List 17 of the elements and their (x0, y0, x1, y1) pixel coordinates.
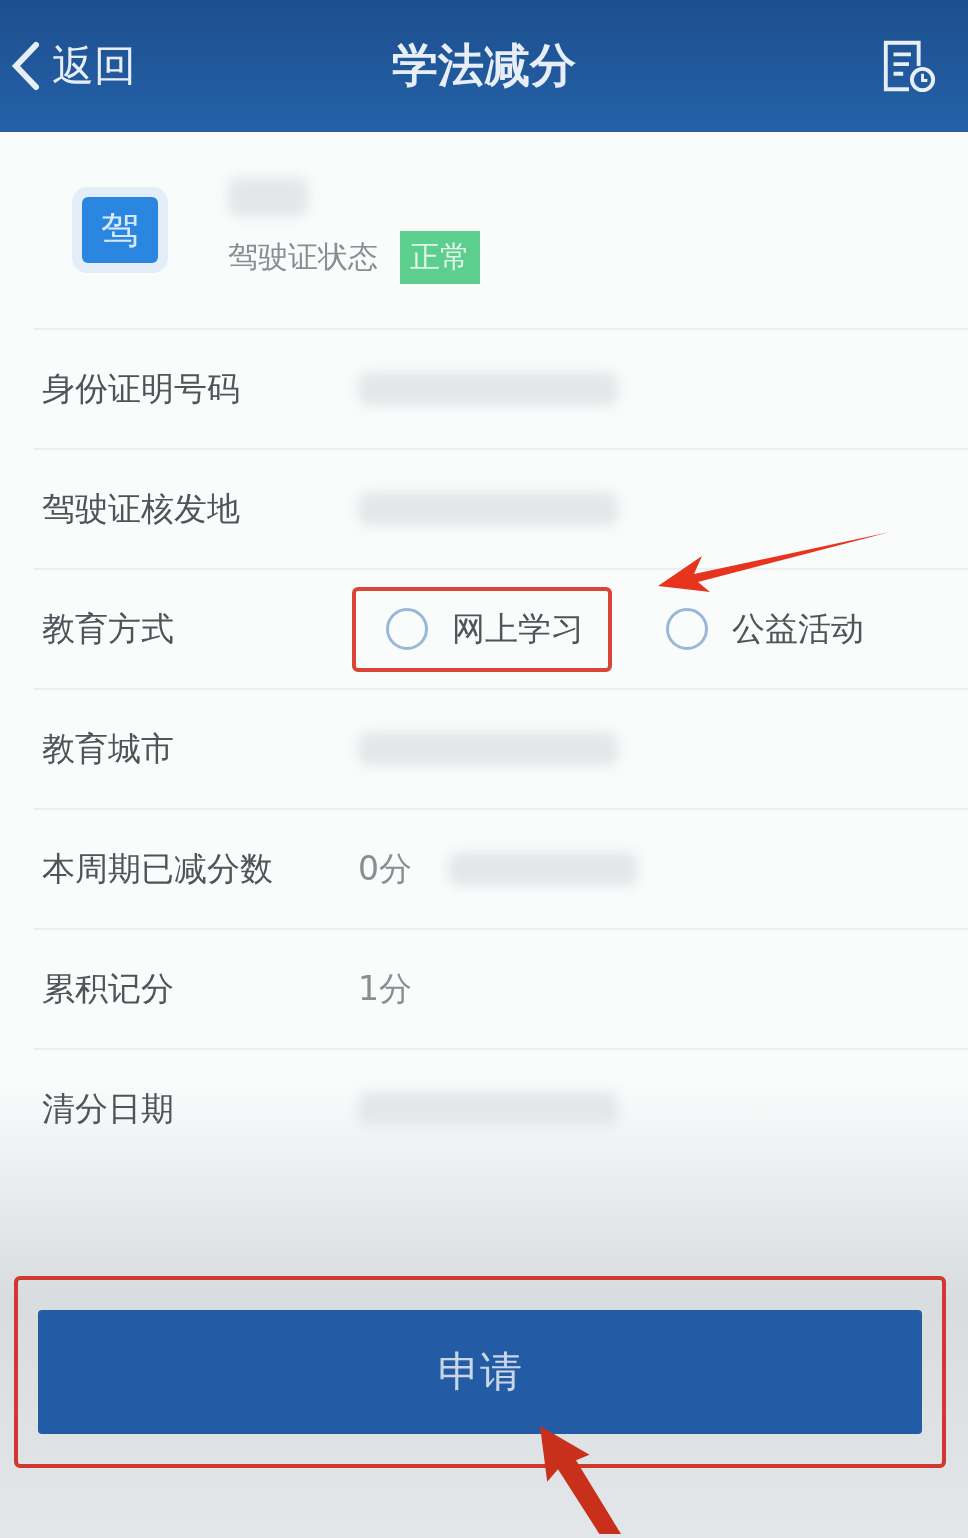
status-tag: 正常 (400, 230, 480, 284)
status-label: 驾驶证状态 (228, 237, 378, 276)
page-title: 学法减分 (392, 37, 576, 94)
radio-option[interactable]: 网上学习 (352, 586, 612, 672)
field-label: 清分日期 (41, 1087, 175, 1130)
back-button[interactable]: 返回 (10, 38, 136, 94)
field-label: 本周期已减分数 (41, 847, 274, 890)
field-label: 教育方式 (41, 607, 175, 650)
field-value: 1分 (358, 967, 412, 1010)
field-label: 累积记分 (41, 967, 175, 1010)
radio-option[interactable]: 公益活动 (632, 586, 892, 672)
apply-button[interactable]: 申请 (38, 1310, 922, 1434)
field-value: 0分 (358, 847, 412, 890)
field-label: 教育城市 (41, 727, 175, 770)
field-label: 身份证明号码 (41, 367, 241, 410)
back-icon (10, 41, 40, 91)
field-label: 驾驶证核发地 (41, 487, 241, 530)
